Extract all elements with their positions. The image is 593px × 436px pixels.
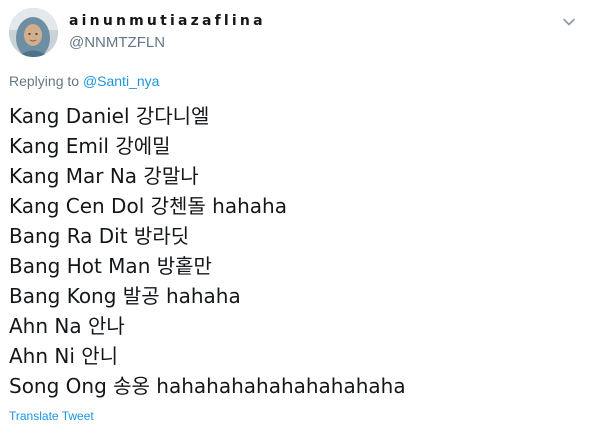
author-handle[interactable]: @NNMTZFLN bbox=[69, 34, 165, 51]
tweet-line: Kang Daniel 강다니엘 bbox=[9, 104, 210, 128]
tweet-menu-button[interactable] bbox=[561, 14, 577, 30]
reply-mention-link[interactable]: @Santi_nya bbox=[83, 73, 159, 89]
tweet-line: Ahn Ni 안니 bbox=[9, 344, 119, 368]
author-display-name[interactable]: ainunmutiazaflina bbox=[69, 13, 266, 29]
tweet: ainunmutiazaflina @NNMTZFLN Replying to … bbox=[0, 0, 593, 436]
tweet-line: Bang Ra Dit 방라딧 bbox=[9, 224, 190, 248]
tweet-line: Bang Kong 발공 hahaha bbox=[9, 284, 241, 308]
chevron-down-icon bbox=[563, 18, 575, 26]
tweet-line: Kang Cen Dol 강첸돌 hahaha bbox=[9, 194, 287, 218]
reply-context-prefix: Replying to bbox=[9, 73, 83, 89]
reply-context: Replying to @Santi_nya bbox=[9, 73, 159, 89]
tweet-line: Ahn Na 안나 bbox=[9, 314, 125, 338]
tweet-line: Bang Hot Man 방홑만 bbox=[9, 254, 212, 278]
tweet-text: Kang Daniel 강다니엘 Kang Emil 강에밀 Kang Mar … bbox=[9, 101, 406, 401]
tweet-line: Kang Emil 강에밀 bbox=[9, 134, 171, 158]
avatar[interactable] bbox=[9, 8, 58, 57]
translate-tweet-link[interactable]: Translate Tweet bbox=[9, 409, 94, 423]
tweet-line: Kang Mar Na 강말나 bbox=[9, 164, 199, 188]
profile-photo-avatar bbox=[9, 8, 58, 57]
tweet-line: Song Ong 송옹 hahahahahahahahahaha bbox=[9, 374, 406, 398]
